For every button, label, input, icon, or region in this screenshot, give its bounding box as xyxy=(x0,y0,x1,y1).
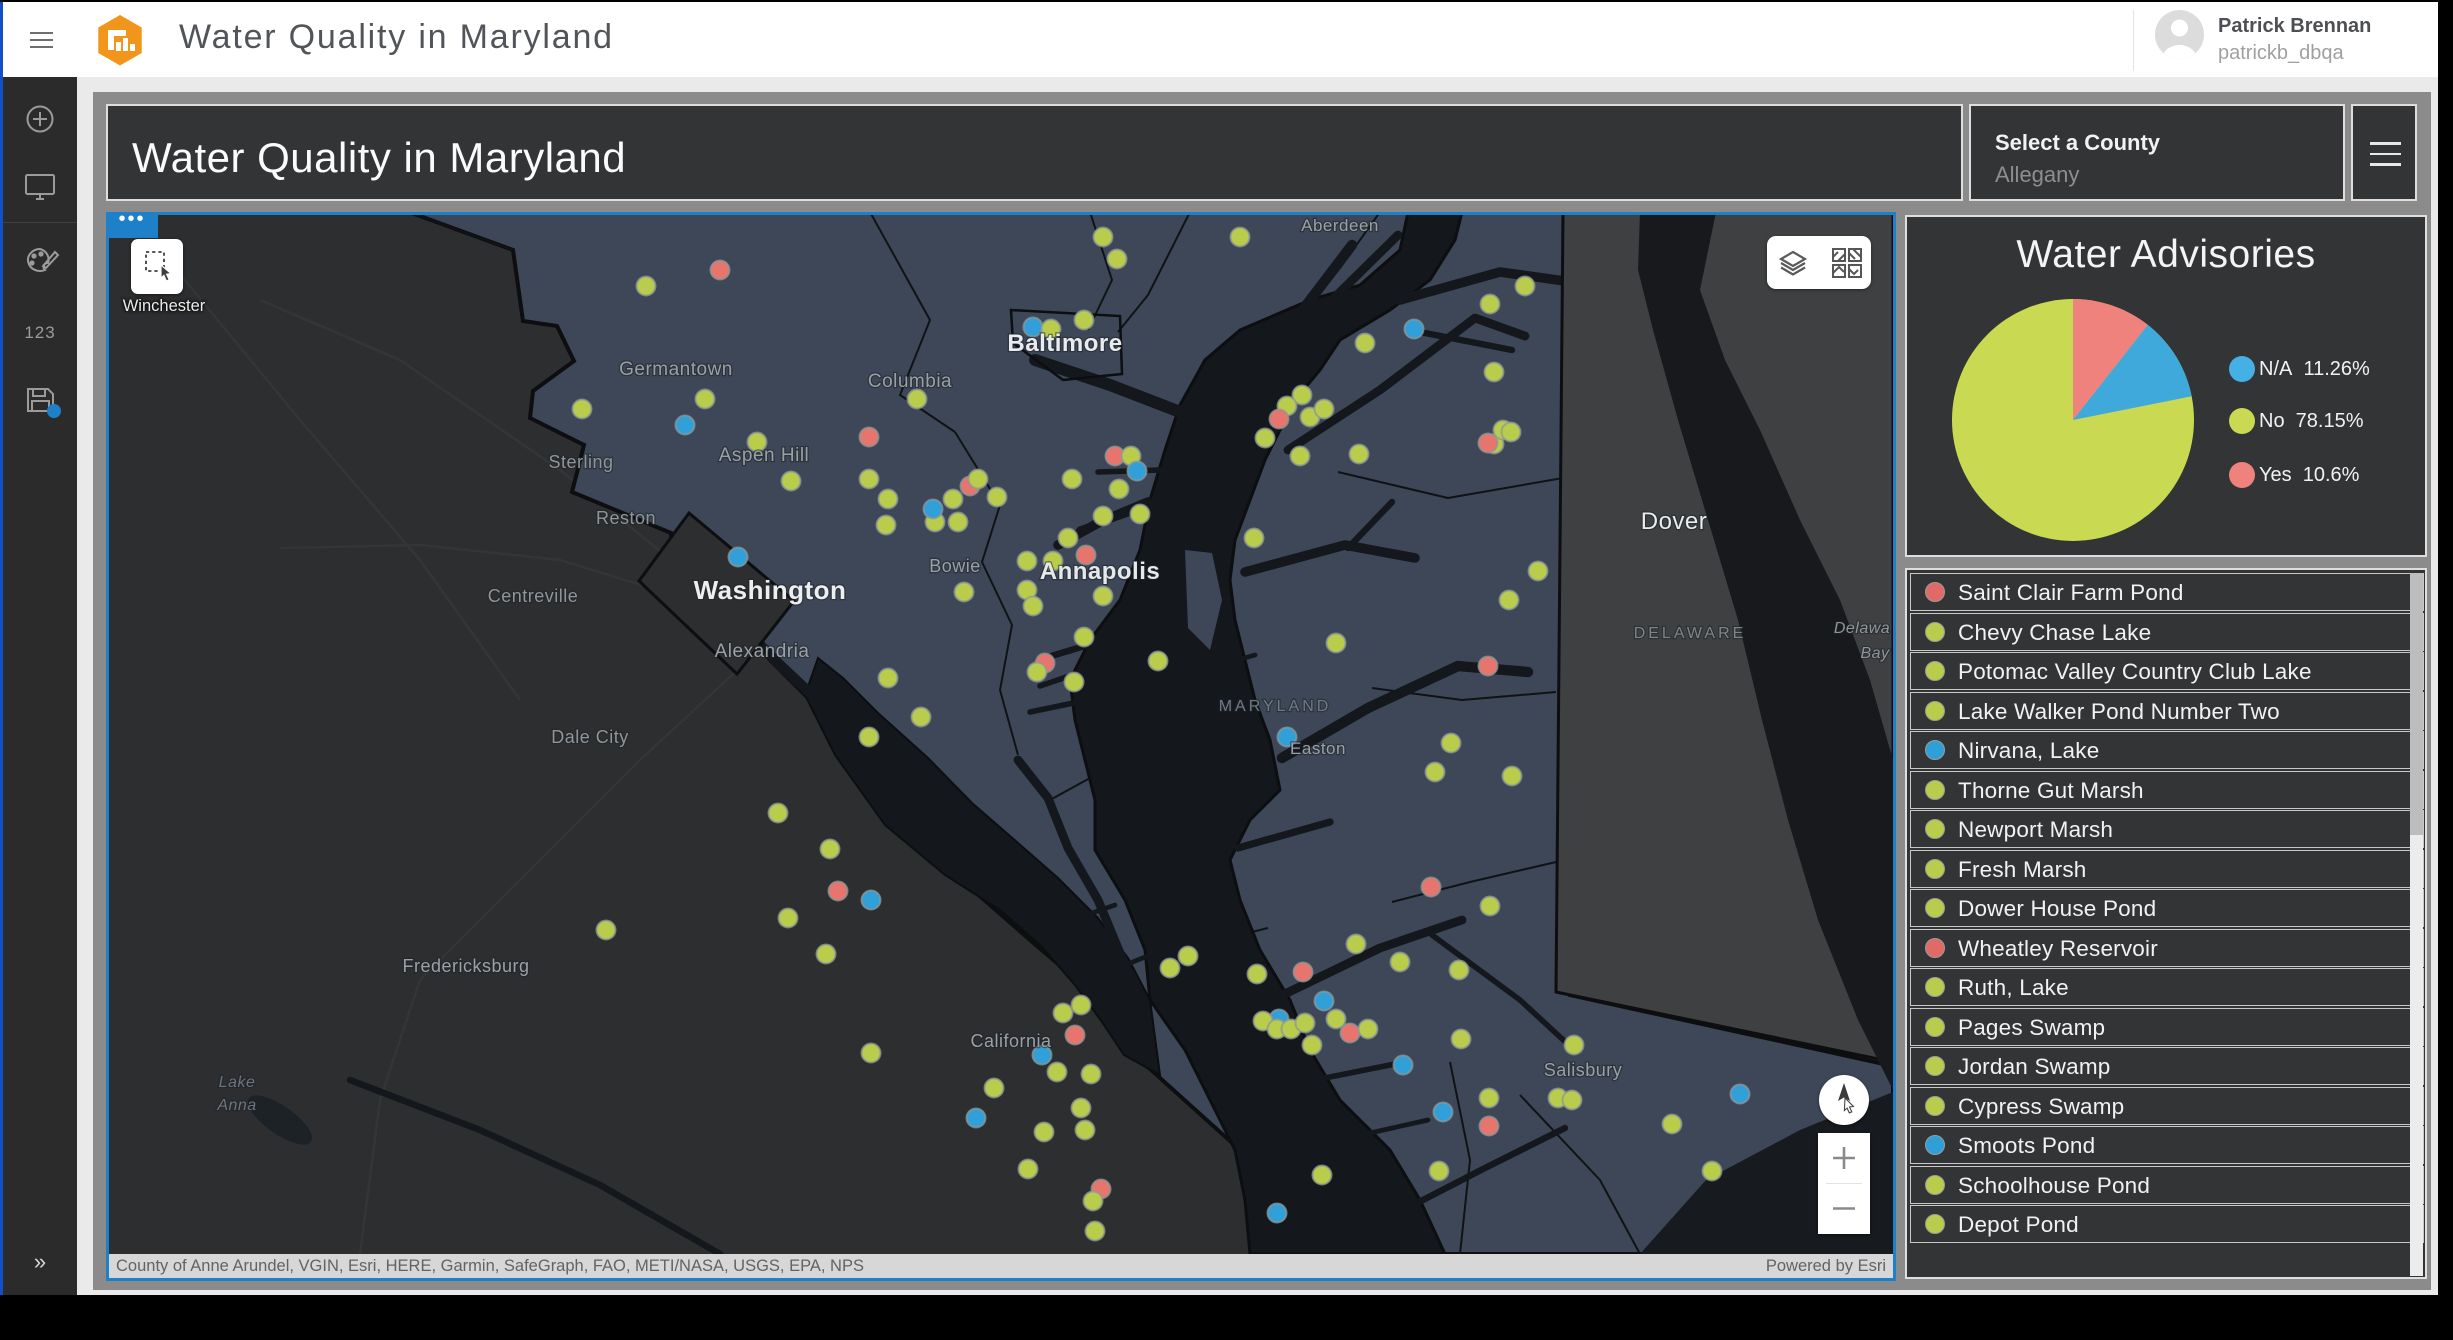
svg-text:Salisbury: Salisbury xyxy=(1544,1060,1623,1080)
svg-text:Washington: Washington xyxy=(694,575,847,605)
svg-text:Anna: Anna xyxy=(216,1097,256,1114)
svg-text:California: California xyxy=(970,1031,1052,1051)
svg-text:Bay: Bay xyxy=(1860,645,1890,662)
svg-text:Aberdeen: Aberdeen xyxy=(1301,216,1379,235)
svg-text:Reston: Reston xyxy=(596,508,656,528)
svg-text:Aspen Hill: Aspen Hill xyxy=(719,445,810,466)
svg-text:Easton: Easton xyxy=(1290,739,1346,758)
svg-text:Lake: Lake xyxy=(219,1074,256,1091)
svg-text:Sterling: Sterling xyxy=(548,452,613,472)
svg-text:Dale City: Dale City xyxy=(551,727,629,747)
svg-text:Bowie: Bowie xyxy=(929,556,981,576)
svg-text:Germantown: Germantown xyxy=(619,359,733,380)
svg-text:Centreville: Centreville xyxy=(488,586,579,606)
svg-text:Fredericksburg: Fredericksburg xyxy=(402,956,529,976)
svg-text:Dover: Dover xyxy=(1641,508,1708,535)
svg-text:MARYLAND: MARYLAND xyxy=(1219,698,1332,715)
svg-text:DELAWARE: DELAWARE xyxy=(1634,625,1747,642)
svg-text:Baltimore: Baltimore xyxy=(1007,330,1122,357)
svg-text:Alexandria: Alexandria xyxy=(715,641,810,662)
svg-text:Columbia: Columbia xyxy=(868,371,952,392)
svg-text:Annapolis: Annapolis xyxy=(1040,558,1161,585)
svg-text:Delawa: Delawa xyxy=(1834,620,1890,637)
